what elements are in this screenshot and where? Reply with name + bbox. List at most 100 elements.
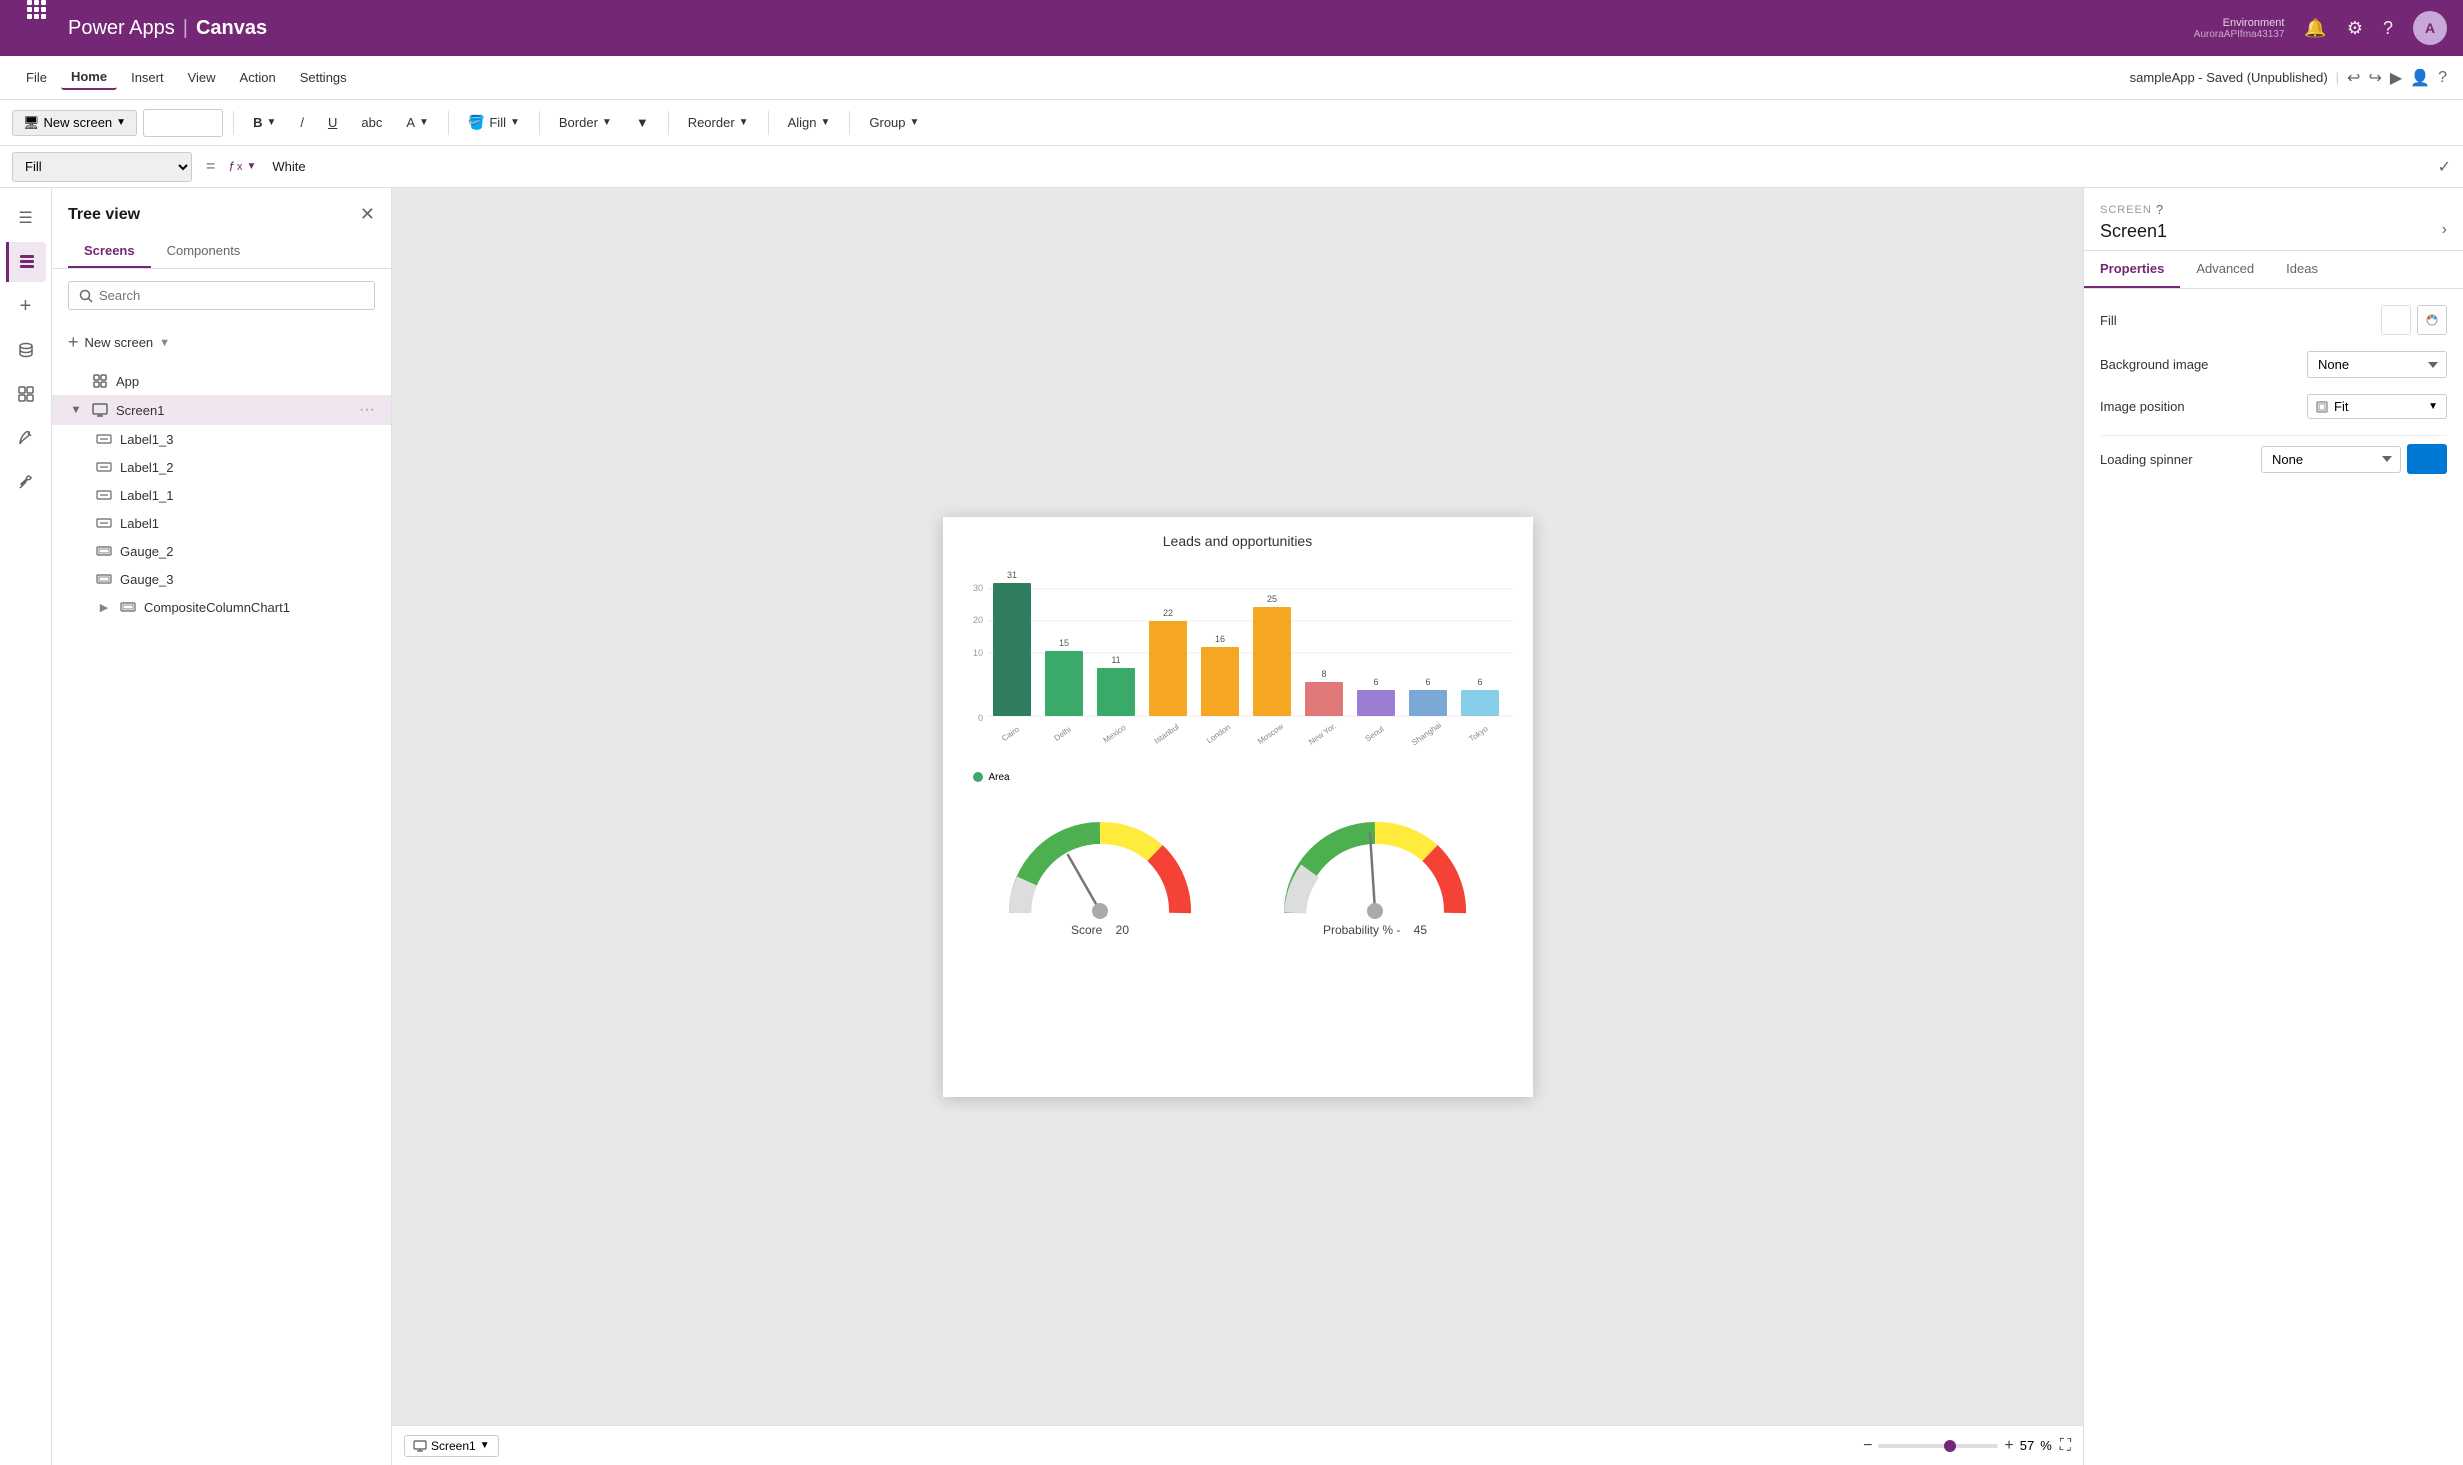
canvas-frame: Leads and opportunities 30 20 10 0: [943, 517, 1533, 1097]
border-button[interactable]: Border ▼: [550, 110, 621, 135]
tree-item-label1[interactable]: Label1: [52, 509, 391, 537]
tools-icon-button[interactable]: [6, 462, 46, 502]
brush-icon-button[interactable]: [6, 418, 46, 458]
menu-home[interactable]: Home: [61, 65, 117, 90]
canvas-scroll[interactable]: Leads and opportunities 30 20 10 0: [392, 188, 2083, 1425]
expand-chart-icon[interactable]: ▶: [96, 599, 112, 615]
data-icon-button[interactable]: [6, 330, 46, 370]
tab-advanced[interactable]: Advanced: [2180, 251, 2270, 288]
hamburger-menu-button[interactable]: ☰: [6, 198, 46, 238]
screen-indicator[interactable]: Screen1 ▼: [404, 1435, 499, 1457]
tree-item-label11[interactable]: Label1_1: [52, 481, 391, 509]
image-position-select[interactable]: Fit ▼: [2307, 394, 2447, 419]
zoom-in-button[interactable]: +: [2004, 1437, 2013, 1455]
spinner-color-swatch[interactable]: [2407, 444, 2447, 474]
strikethrough-button[interactable]: abc: [352, 110, 391, 135]
app-icon: [92, 373, 108, 389]
svg-text:30: 30: [972, 583, 982, 593]
tree-item-label12[interactable]: Label1_2: [52, 453, 391, 481]
components-icon-button[interactable]: [6, 374, 46, 414]
waffle-menu-button[interactable]: [16, 8, 56, 48]
align-button[interactable]: Align ▼: [779, 110, 840, 135]
props-header: SCREEN ? Screen1 ›: [2084, 188, 2463, 251]
fill-color-picker-button[interactable]: [2417, 305, 2447, 335]
collapse-screen1-icon[interactable]: ▼: [68, 402, 84, 418]
background-image-select[interactable]: None: [2307, 351, 2447, 378]
add-button[interactable]: +: [6, 286, 46, 326]
zoom-thumb[interactable]: [1944, 1440, 1956, 1452]
menu-action[interactable]: Action: [230, 66, 286, 89]
svg-text:0: 0: [977, 713, 982, 723]
tab-properties[interactable]: Properties: [2084, 251, 2180, 288]
background-image-row: Background image None: [2100, 351, 2447, 378]
group-button[interactable]: Group ▼: [860, 110, 928, 135]
notifications-button[interactable]: 🔔: [2304, 18, 2326, 39]
gauge-prob-svg: [1275, 803, 1475, 923]
user-check-button[interactable]: 👤: [2410, 68, 2430, 88]
separator-4: [668, 111, 669, 135]
font-color-button[interactable]: A▼: [397, 110, 438, 135]
menu-view[interactable]: View: [178, 66, 226, 89]
new-screen-button[interactable]: 🖥 New screen ▼: [12, 110, 137, 136]
canvas-bottom-bar: Screen1 ▼ − + 57 % ⛶: [392, 1425, 2083, 1465]
underline-button[interactable]: U: [319, 110, 346, 135]
tree-item-label13[interactable]: Label1_3: [52, 425, 391, 453]
more-options-icon[interactable]: ···: [359, 401, 375, 419]
tree-item-app[interactable]: App: [52, 367, 391, 395]
avatar[interactable]: A: [2413, 11, 2447, 45]
svg-text:Moscow: Moscow: [1255, 721, 1284, 745]
zoom-out-button[interactable]: −: [1863, 1437, 1872, 1455]
property-selector[interactable]: Fill: [12, 152, 192, 182]
settings-button[interactable]: ⚙: [2347, 18, 2363, 39]
tab-ideas[interactable]: Ideas: [2270, 251, 2334, 288]
chart-legend: Area: [953, 772, 1523, 783]
screen-size-selector[interactable]: [143, 109, 223, 137]
italic-button[interactable]: /: [291, 110, 313, 135]
props-tabs: Properties Advanced Ideas: [2084, 251, 2463, 289]
bold-button[interactable]: B▼: [244, 110, 285, 135]
expand-panel-button[interactable]: ›: [2442, 221, 2447, 239]
svg-text:6: 6: [1425, 677, 1430, 687]
help-menu-button[interactable]: ?: [2438, 69, 2447, 87]
tab-components[interactable]: Components: [151, 235, 257, 268]
zoom-slider[interactable]: [1878, 1444, 1998, 1448]
tree-item-gauge3[interactable]: Gauge_3: [52, 565, 391, 593]
loading-spinner-select[interactable]: None: [2261, 446, 2401, 473]
menu-file[interactable]: File: [16, 66, 57, 89]
menu-insert[interactable]: Insert: [121, 66, 174, 89]
fill-control: [2381, 305, 2447, 335]
tree-item-screen1[interactable]: ▼ Screen1 ···: [52, 395, 391, 425]
fullscreen-button[interactable]: ⛶: [2060, 1437, 2071, 1455]
redo-button[interactable]: ↪: [2368, 68, 2381, 88]
monitor-small-icon: [413, 1440, 427, 1452]
fill-color-swatch[interactable]: [2381, 305, 2411, 335]
menu-settings[interactable]: Settings: [290, 66, 357, 89]
new-screen-row[interactable]: + New screen ▼: [68, 326, 170, 359]
help-button[interactable]: ?: [2383, 18, 2393, 39]
tree-items: App ▼ Screen1 ··· Label1_3: [52, 367, 391, 1465]
label-icon: [96, 487, 112, 503]
tab-screens[interactable]: Screens: [68, 235, 151, 268]
reorder-button[interactable]: Reorder ▼: [679, 110, 758, 135]
svg-text:10: 10: [972, 648, 982, 658]
help-icon-button[interactable]: ?: [2156, 202, 2163, 217]
undo-button[interactable]: ↩: [2347, 68, 2360, 88]
svg-text:Cairo: Cairo: [1000, 724, 1021, 743]
props-section-label: SCREEN ?: [2100, 202, 2447, 217]
dropdown-arrow-button[interactable]: ▼: [627, 110, 658, 135]
svg-text:11: 11: [1111, 655, 1120, 665]
formula-accept-button[interactable]: ✓: [2438, 157, 2451, 177]
environment-info: Environment AuroraAPIfma43137: [2194, 17, 2285, 40]
svg-text:Mexico: Mexico: [1101, 722, 1127, 744]
svg-text:Seoul: Seoul: [1363, 724, 1385, 743]
fill-button[interactable]: 🪣 Fill ▼: [459, 109, 529, 136]
tree-close-button[interactable]: ✕: [360, 204, 375, 225]
search-input[interactable]: [99, 288, 364, 303]
tree-item-composite-chart[interactable]: ▶ CompositeColumnChart1: [52, 593, 391, 621]
tools-icon: [17, 473, 35, 491]
fill-label: Fill: [2100, 313, 2117, 328]
formula-input[interactable]: [264, 159, 2429, 174]
play-button[interactable]: ▶: [2390, 68, 2402, 88]
tree-item-gauge2[interactable]: Gauge_2: [52, 537, 391, 565]
layers-icon-button[interactable]: [6, 242, 46, 282]
